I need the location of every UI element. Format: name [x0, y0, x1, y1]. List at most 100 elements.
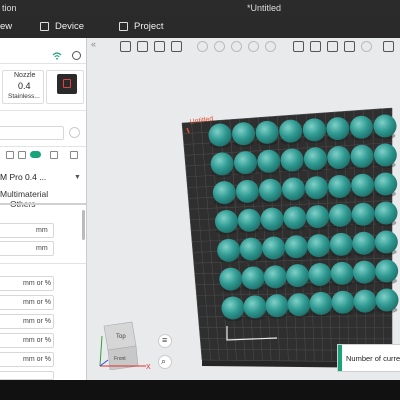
sphere-object[interactable] — [286, 264, 310, 288]
sphere-object[interactable] — [373, 143, 397, 167]
sphere-object[interactable] — [307, 234, 331, 258]
sphere-object[interactable] — [232, 122, 256, 146]
sphere-object[interactable] — [208, 123, 232, 147]
search-icon: ⌕ — [161, 356, 167, 366]
sphere-object[interactable] — [374, 172, 398, 196]
sphere-object[interactable] — [374, 230, 398, 254]
auto-orient-icon[interactable] — [154, 41, 165, 52]
add-object-icon[interactable] — [120, 41, 131, 52]
plate-settings-icon[interactable] — [69, 127, 80, 138]
viewport-toolbar: « — [87, 38, 400, 56]
sphere-object[interactable] — [217, 238, 241, 262]
sphere-object[interactable] — [239, 237, 263, 261]
sphere-object[interactable] — [375, 288, 399, 312]
sphere-object[interactable] — [233, 151, 257, 175]
scale-tool-icon[interactable] — [327, 41, 338, 52]
sphere-object[interactable] — [328, 174, 352, 198]
sphere-object[interactable] — [215, 210, 238, 233]
filament-icon[interactable] — [6, 151, 14, 159]
sphere-object[interactable] — [351, 202, 375, 226]
sphere-object[interactable] — [262, 236, 286, 260]
sphere-object[interactable] — [374, 201, 398, 225]
tab-multimaterial[interactable]: Multimaterial — [0, 189, 48, 199]
sphere-object[interactable] — [352, 231, 376, 255]
sphere-object[interactable] — [235, 179, 259, 203]
project-title: *Untitled — [247, 3, 282, 13]
lay-on-face-icon[interactable] — [344, 41, 355, 52]
compare-icon[interactable] — [50, 151, 58, 159]
sphere-object[interactable] — [327, 146, 351, 170]
sphere-object[interactable] — [351, 173, 375, 197]
app-title-fragment: tion — [2, 3, 17, 13]
grid-icon[interactable] — [137, 41, 148, 52]
sphere-object[interactable] — [303, 147, 327, 171]
sphere-object[interactable] — [260, 207, 284, 231]
plate-select[interactable] — [0, 126, 64, 140]
scale-icon[interactable] — [231, 41, 242, 52]
move-icon[interactable] — [197, 41, 208, 52]
sphere-object[interactable] — [306, 205, 330, 229]
sphere-object[interactable] — [309, 291, 333, 315]
wifi-icon[interactable] — [52, 52, 62, 60]
tab-device[interactable]: Device — [40, 19, 84, 35]
sphere-object[interactable] — [308, 263, 332, 286]
sphere-object[interactable] — [280, 148, 304, 172]
edit-icon[interactable] — [18, 151, 26, 159]
process-preset-name[interactable]: M Pro 0.4 ... — [0, 172, 46, 182]
chevron-down-icon[interactable]: ▼ — [74, 174, 81, 181]
rotate-icon[interactable] — [214, 41, 225, 52]
menu-icon: ≡ — [162, 335, 168, 345]
sphere-object[interactable] — [243, 295, 267, 319]
cut-icon[interactable] — [248, 41, 259, 52]
sphere-object[interactable] — [237, 208, 261, 232]
toggle-switch[interactable] — [30, 151, 41, 158]
tab-prepare[interactable]: ew — [0, 19, 12, 35]
arrange-icon[interactable] — [171, 41, 182, 52]
settings-gear-icon[interactable] — [72, 51, 81, 60]
sphere-object[interactable] — [329, 232, 353, 256]
sphere-object[interactable] — [258, 178, 282, 202]
sphere-object[interactable] — [219, 267, 243, 291]
sphere-object[interactable] — [373, 114, 397, 138]
zoom-button[interactable]: ⌕ — [158, 355, 172, 369]
sphere-object[interactable] — [305, 176, 329, 200]
sphere-object[interactable] — [263, 265, 287, 289]
sphere-object[interactable] — [255, 120, 279, 144]
sphere-object[interactable] — [284, 235, 308, 259]
sphere-object[interactable] — [241, 266, 265, 290]
sphere-object[interactable] — [283, 206, 307, 230]
rotate-tool-icon[interactable] — [310, 41, 321, 52]
sphere-object[interactable] — [257, 149, 281, 173]
sphere-object[interactable] — [212, 181, 236, 205]
divider — [0, 203, 86, 205]
collapse-icon[interactable]: « — [91, 39, 96, 49]
sphere-object[interactable] — [287, 293, 311, 317]
sphere-object[interactable] — [265, 294, 289, 318]
scrollbar[interactable] — [82, 210, 85, 240]
list-icon[interactable] — [70, 151, 78, 159]
sphere-object[interactable] — [353, 289, 377, 313]
paint-icon[interactable] — [383, 41, 394, 52]
sphere-object[interactable] — [302, 118, 326, 142]
support-icon[interactable] — [265, 41, 276, 52]
sphere-object[interactable] — [279, 119, 303, 143]
param-field-8[interactable] — [0, 371, 54, 380]
sphere-object[interactable] — [281, 177, 305, 201]
sphere-object[interactable] — [330, 261, 354, 285]
navigation-cube[interactable]: Top Front X — [96, 320, 156, 370]
sphere-object[interactable] — [328, 203, 352, 227]
sphere-object[interactable] — [375, 259, 399, 283]
sphere-object[interactable] — [221, 296, 245, 320]
sphere-object[interactable] — [326, 117, 350, 141]
split-icon[interactable] — [361, 41, 372, 52]
unit-label: mm or % — [23, 356, 51, 363]
sphere-object[interactable] — [349, 115, 373, 139]
sphere-object[interactable] — [352, 260, 376, 284]
unit-label: mm — [36, 245, 48, 252]
tab-project[interactable]: Project — [119, 19, 164, 35]
menu-button[interactable]: ≡ — [158, 334, 172, 348]
sphere-object[interactable] — [210, 152, 234, 176]
move-tool-icon[interactable] — [293, 41, 304, 52]
sphere-object[interactable] — [331, 290, 355, 314]
sphere-object[interactable] — [350, 144, 374, 168]
